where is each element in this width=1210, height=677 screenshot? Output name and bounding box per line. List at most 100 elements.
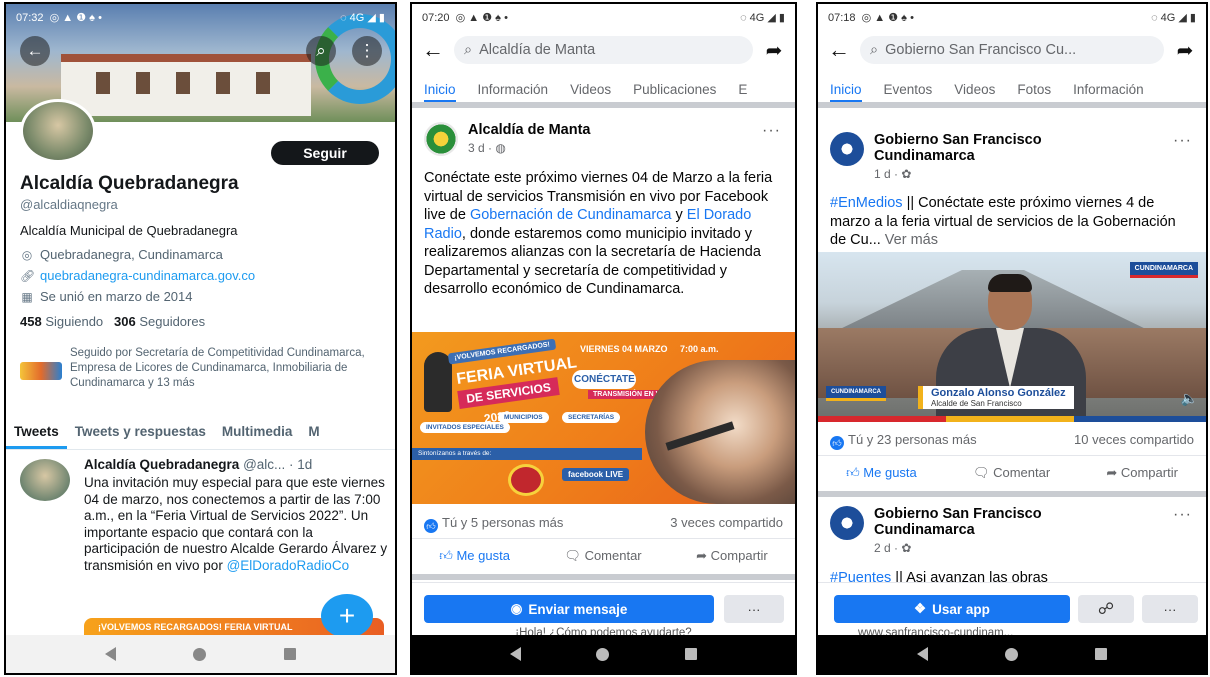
search-bar[interactable]: ⌕ Alcaldía de Manta	[454, 36, 753, 64]
post-flyer-image[interactable]: ¡VOLVEMOS RECARGADOS! FERIA VIRTUAL DE S…	[412, 332, 795, 504]
followers-count[interactable]: 306	[114, 314, 136, 329]
profile-location: ◎ Quebradanegra, Cundinamarca	[20, 247, 223, 262]
post-author[interactable]: Alcaldía de Manta	[468, 122, 590, 138]
tab-tweets-replies[interactable]: Tweets y respuestas	[67, 418, 214, 449]
tab-inicio[interactable]: Inicio	[424, 72, 456, 102]
more-actions-button[interactable]: ···	[724, 595, 784, 623]
tab-videos[interactable]: Videos	[570, 72, 611, 102]
tab-eventos[interactable]: Eventos	[884, 72, 933, 102]
followed-by[interactable]: Seguido por Secretaría de Competitividad…	[20, 346, 380, 391]
follow-button[interactable]: Seguir	[271, 141, 379, 165]
follower-avatars	[20, 362, 62, 380]
cover-window	[136, 72, 150, 94]
android-navbar	[6, 635, 395, 673]
like-button[interactable]: 👍︎ Me gusta	[846, 465, 917, 481]
following-count[interactable]: 458	[20, 314, 42, 329]
more-actions-button[interactable]: ···	[1142, 595, 1198, 623]
comment-icon: 🗨︎	[972, 464, 990, 480]
page-avatar[interactable]	[830, 132, 864, 166]
profile-avatar[interactable]	[20, 99, 96, 163]
share-arrow-icon[interactable]: ➦	[1174, 38, 1196, 63]
tab-informacion[interactable]: Información	[1073, 72, 1144, 102]
nav-home-icon[interactable]	[596, 647, 610, 661]
share-arrow-icon[interactable]: ➦	[763, 38, 785, 63]
reactions-text: Tú y 5 personas más	[442, 515, 564, 530]
nav-recents-icon[interactable]	[685, 648, 698, 660]
back-arrow-icon[interactable]: ←	[828, 37, 850, 63]
android-navbar	[818, 635, 1206, 673]
compose-tweet-button[interactable]: +	[321, 594, 373, 638]
cover-window	[96, 72, 110, 94]
page-avatar[interactable]	[424, 122, 458, 156]
comment-button[interactable]: 🗨︎ Comentar	[564, 548, 641, 564]
share-button[interactable]: ➦ Compartir	[696, 548, 768, 564]
profile-website[interactable]: 🔗︎ quebradanegra-cundinamarca.gov.co	[20, 268, 255, 283]
tweet-mention[interactable]: @ElDoradoRadioCo	[227, 558, 350, 573]
tab-fotos[interactable]: Fotos	[1017, 72, 1051, 102]
back-button[interactable]: ←	[20, 36, 50, 66]
search-button[interactable]: ⌕	[306, 36, 336, 66]
cover-window	[216, 72, 230, 94]
facebook-sanfrancisco-screen: 07:18 ◎ ▲ ❶ ♠ • ◌ 4G ◢ ▮ ← ⌕ Gobierno Sa…	[816, 2, 1208, 675]
search-bar[interactable]: ⌕ Gobierno San Francisco Cu...	[860, 36, 1164, 64]
back-arrow-icon[interactable]: ←	[422, 37, 444, 63]
post-author[interactable]: Gobierno San Francisco Cundinamarca	[874, 132, 1104, 164]
nav-back-icon[interactable]	[916, 647, 928, 661]
volume-icon[interactable]: 🔈	[1181, 390, 1198, 407]
speaker-name: Gonzalo Alonso González	[931, 387, 1066, 399]
nav-recents-icon[interactable]	[284, 648, 297, 660]
followers-label[interactable]: Seguidores	[139, 314, 205, 329]
use-app-button[interactable]: ❖ Usar app	[834, 595, 1070, 623]
post-author-block: Gobierno San Francisco Cundinamarca 2 d …	[874, 506, 1104, 555]
location-pin-icon: ◎	[21, 247, 33, 262]
tweet-author[interactable]: Alcaldía Quebradanegra	[84, 457, 239, 472]
tab-tweets[interactable]: Tweets	[6, 418, 67, 449]
tab-videos[interactable]: Videos	[954, 72, 995, 102]
tab-more[interactable]: E	[738, 72, 747, 102]
tab-media[interactable]: Multimedia	[214, 418, 301, 449]
tab-inicio[interactable]: Inicio	[830, 72, 862, 102]
post-reactions[interactable]: 👍︎ Tú y 23 personas más 10 veces comparti…	[830, 432, 1194, 450]
post-link-gobernacion[interactable]: Gobernación de Cundinamarca	[470, 207, 672, 223]
post-author[interactable]: Gobierno San Francisco Cundinamarca	[874, 506, 1104, 538]
location-text: Quebradanegra, Cundinamarca	[40, 247, 223, 262]
post-more-icon[interactable]: ···	[1173, 506, 1192, 524]
search-icon: ⌕	[464, 42, 473, 58]
comment-button[interactable]: 🗨︎ Comentar	[973, 465, 1050, 481]
like-button[interactable]: 👍︎ Me gusta	[439, 548, 510, 564]
post-more-icon[interactable]: ···	[762, 122, 781, 140]
following-label[interactable]: Siguiendo	[45, 314, 103, 329]
post-text: Conéctate este próximo viernes 04 de Mar…	[424, 169, 783, 299]
nav-recents-icon[interactable]	[1095, 648, 1108, 660]
status-bar: 07:18 ◎ ▲ ❶ ♠ • ◌ 4G ◢ ▮	[818, 4, 1206, 30]
search-text: Alcaldía de Manta	[479, 42, 596, 58]
tab-informacion[interactable]: Información	[478, 72, 549, 102]
messenger-button[interactable]: ☍	[1078, 595, 1134, 623]
website-link[interactable]: quebradanegra-cundinamarca.gov.co	[40, 268, 255, 283]
post-video[interactable]: CUNDINAMARCA CUNDINAMARCA Gonzalo Alonso…	[818, 252, 1206, 422]
more-options-button[interactable]: ⋮	[352, 36, 382, 66]
post-reactions[interactable]: 👍︎ Tú y 5 personas más 3 veces compartido	[424, 515, 783, 533]
send-message-button[interactable]: ◉ Enviar mensaje	[424, 595, 714, 623]
flyer-pill-municipios: MUNICIPIOS	[498, 412, 549, 423]
nav-back-icon[interactable]	[104, 647, 116, 661]
post-time: 3 d · ◍	[468, 141, 506, 155]
post-actions: 👍︎ Me gusta 🗨︎ Comentar ➦ Compartir	[818, 455, 1206, 489]
share-label: Compartir	[1120, 464, 1178, 480]
post-hashtag[interactable]: #EnMedios	[830, 195, 903, 211]
tab-publicaciones[interactable]: Publicaciones	[633, 72, 716, 102]
tab-more[interactable]: M	[300, 418, 327, 449]
microphone-graphic	[424, 352, 452, 412]
page-avatar[interactable]	[830, 506, 864, 540]
nav-back-icon[interactable]	[509, 647, 521, 661]
post-author-block: Gobierno San Francisco Cundinamarca 1 d …	[874, 132, 1104, 181]
calendar-icon: ▦	[21, 289, 33, 304]
follow-stats: 458 Siguiendo 306 Seguidores	[20, 314, 205, 329]
status-left: 07:18 ◎ ▲ ❶ ♠ •	[828, 11, 914, 24]
tweet-avatar[interactable]	[20, 459, 70, 501]
nav-home-icon[interactable]	[1004, 647, 1018, 661]
share-button[interactable]: ➦ Compartir	[1106, 465, 1178, 481]
post-more-icon[interactable]: ···	[1173, 132, 1192, 150]
nav-home-icon[interactable]	[193, 647, 207, 661]
see-more-link[interactable]: Ver más	[881, 232, 938, 248]
